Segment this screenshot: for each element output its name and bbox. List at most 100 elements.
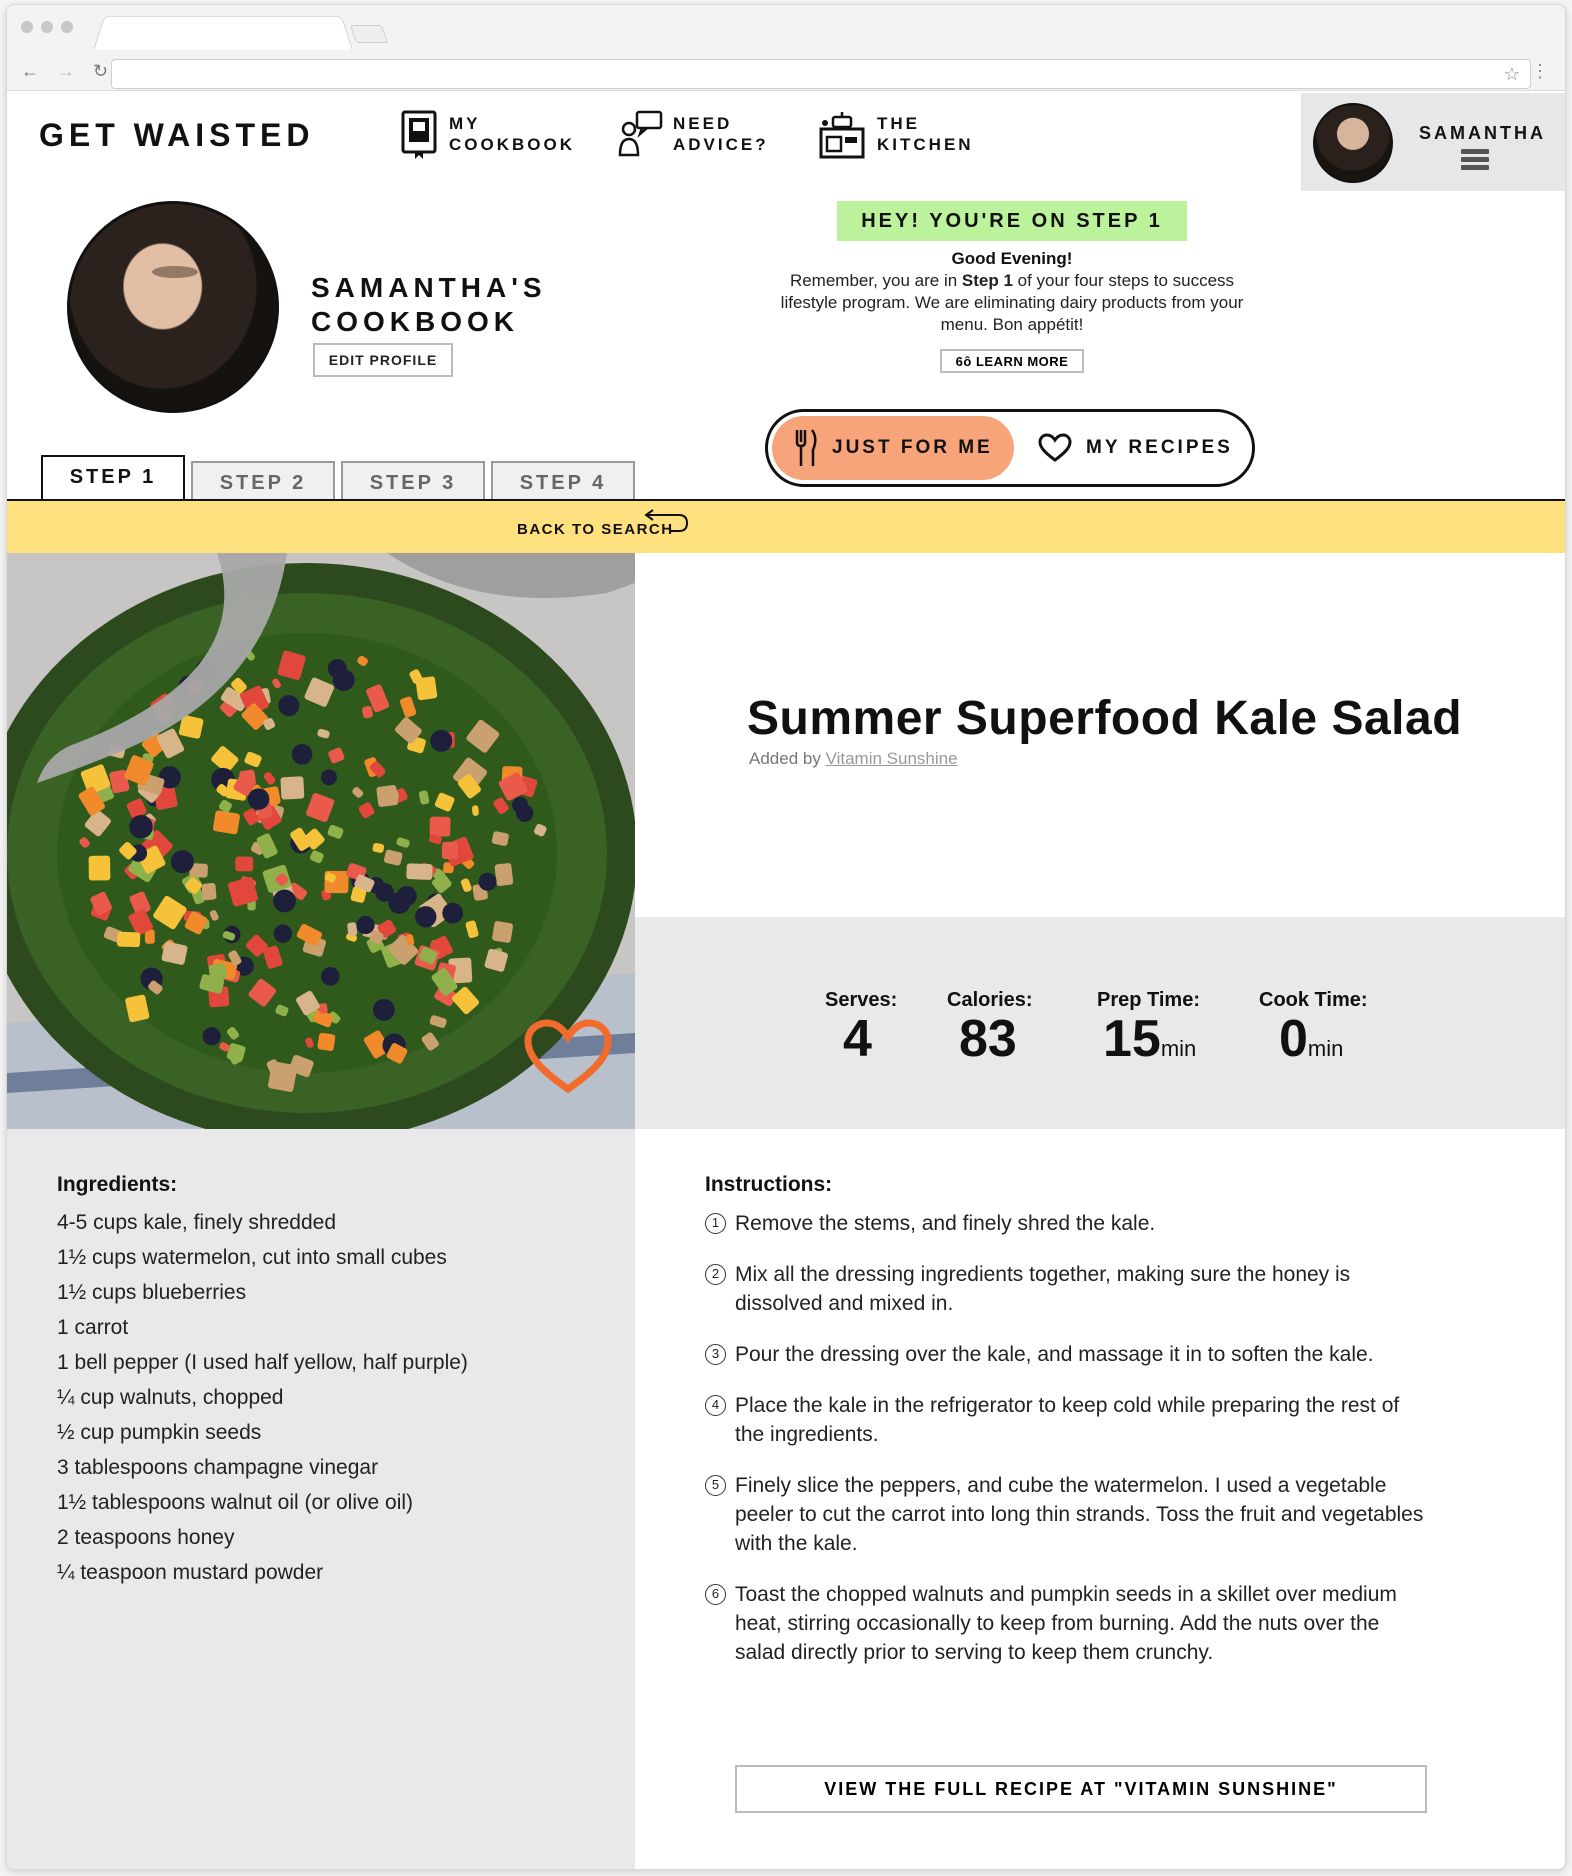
tab-step-4[interactable]: STEP 4 — [491, 461, 635, 501]
glasses-icon: 6ô — [955, 353, 976, 369]
recipe-photo — [7, 553, 635, 1129]
tab-step-1[interactable]: STEP 1 — [41, 455, 185, 501]
instruction-step: 6 Toast the chopped walnuts and pumpkin s… — [705, 1580, 1425, 1667]
browser-menu-icon[interactable]: ⋮ — [1531, 61, 1549, 82]
address-bar[interactable]: ☆ — [111, 59, 1531, 89]
salad-piece — [347, 922, 358, 937]
salad-piece — [317, 1032, 336, 1051]
instruction-step: 1 Remove the stems, and finely shred the … — [705, 1209, 1425, 1238]
window-controls — [21, 21, 73, 33]
instructions-list: 1 Remove the stems, and finely shred the … — [705, 1209, 1425, 1689]
recipe-attribution: Added by Vitamin Sunshine — [749, 749, 958, 768]
user-menu[interactable]: SAMANTHA — [1301, 93, 1565, 191]
my-recipes-label: MY RECIPES — [1086, 437, 1233, 458]
advice-icon — [618, 110, 663, 157]
forward-arrow-icon[interactable]: → — [57, 61, 75, 82]
salad-piece — [212, 810, 240, 835]
edit-profile-button[interactable]: EDIT PROFILE — [313, 343, 453, 377]
salad-piece — [88, 855, 111, 881]
profile-avatar — [67, 201, 279, 413]
back-arrow-icon[interactable]: ← — [21, 61, 39, 82]
salad-piece — [376, 785, 399, 807]
hamburger-menu-icon[interactable] — [1461, 149, 1489, 173]
reload-icon[interactable]: ↻ — [93, 61, 108, 82]
salad-piece — [280, 776, 305, 800]
stat-cook-time: Cook Time: 0min — [1259, 989, 1368, 1068]
step-number: 5 — [705, 1475, 726, 1496]
back-to-search-link[interactable]: BACK TO SEARCH — [517, 509, 689, 538]
recipe-filter-toggle: JUST FOR ME MY RECIPES — [765, 409, 1255, 487]
ingredient-item: 4-5 cups kale, finely shredded — [57, 1211, 336, 1234]
step-number: 4 — [705, 1395, 726, 1416]
salad-piece — [273, 924, 293, 943]
author-link[interactable]: Vitamin Sunshine — [826, 749, 958, 768]
salad-piece — [442, 902, 464, 924]
step-tabs: STEP 1 STEP 2 STEP 3 STEP 4 — [41, 455, 635, 501]
salad-piece — [208, 963, 227, 980]
salad-piece — [515, 804, 534, 822]
favorite-heart-icon[interactable] — [523, 1019, 613, 1100]
ingredient-item: 1 carrot — [57, 1316, 129, 1339]
salad-piece — [478, 872, 497, 891]
tab-step-2[interactable]: STEP 2 — [191, 461, 335, 501]
browser-tab[interactable] — [93, 15, 353, 50]
salad-piece — [273, 889, 296, 913]
salad-piece — [494, 863, 514, 886]
nav-the-kitchen[interactable]: THE KITCHEN — [817, 109, 974, 159]
user-name[interactable]: SAMANTHA — [1419, 123, 1546, 144]
salad-piece — [291, 744, 313, 765]
just-for-me-toggle[interactable]: JUST FOR ME — [772, 416, 1014, 480]
browser-window: ← → ↻ ☆ ⋮ GET WAISTED MY COOKBOOK NEED A… — [6, 4, 1566, 1870]
current-step-banner: HEY! YOU'RE ON STEP 1 — [837, 201, 1187, 241]
step-number: 6 — [705, 1584, 726, 1605]
bookmark-star-icon[interactable]: ☆ — [1504, 64, 1520, 85]
greeting-text: Good Evening! — [951, 249, 1073, 268]
salad-piece — [320, 769, 337, 786]
stat-prep-time: Prep Time: 15min — [1097, 989, 1200, 1068]
site-header: GET WAISTED MY COOKBOOK NEED ADVICE? THE… — [7, 93, 1565, 193]
ingredient-item: ¼ cup walnuts, chopped — [57, 1386, 284, 1409]
salad-piece — [356, 915, 375, 935]
nav-label: NEED ADVICE? — [673, 114, 769, 154]
salad-piece — [247, 788, 270, 810]
instruction-step: 3 Pour the dressing over the kale, and ma… — [705, 1340, 1425, 1369]
recipe-title: Summer Superfood Kale Salad — [747, 692, 1463, 745]
new-tab-button[interactable] — [349, 25, 389, 43]
maximize-window-button[interactable] — [61, 21, 73, 33]
just-for-me-label: JUST FOR ME — [832, 437, 993, 458]
salad-piece — [406, 863, 433, 880]
salad-piece — [327, 658, 347, 679]
salad-piece — [372, 998, 395, 1021]
heart-outline-icon — [1038, 433, 1072, 462]
ingredient-item: 3 tablespoons champagne vinegar — [57, 1456, 379, 1479]
salad-piece — [430, 729, 453, 752]
ingredient-item: ¼ teaspoon mustard powder — [57, 1561, 324, 1584]
ingredients-title: Ingredients: — [57, 1173, 178, 1196]
learn-more-button[interactable]: 6ô LEARN MORE — [940, 349, 1084, 373]
salad-piece — [396, 886, 417, 907]
kitchen-icon — [819, 112, 865, 159]
salad-piece — [429, 816, 451, 837]
view-full-recipe-button[interactable]: VIEW THE FULL RECIPE AT "VITAMIN SUNSHIN… — [735, 1765, 1427, 1813]
salad-piece — [202, 1027, 221, 1046]
site-logo[interactable]: GET WAISTED — [39, 117, 314, 154]
nav-my-cookbook[interactable]: MY COOKBOOK — [399, 109, 575, 159]
stat-serves: Serves: 4 — [825, 989, 898, 1068]
salad-piece — [201, 882, 217, 901]
step-number: 2 — [705, 1264, 726, 1285]
user-avatar[interactable] — [1313, 103, 1393, 183]
salad-piece — [415, 906, 437, 928]
step-number: 3 — [705, 1344, 726, 1365]
salad-piece — [129, 814, 153, 839]
tab-step-3[interactable]: STEP 3 — [341, 461, 485, 501]
my-recipes-toggle[interactable]: MY RECIPES — [1038, 416, 1248, 480]
ingredients-list: 4-5 cups kale, finely shredded 1½ cups w… — [57, 1205, 468, 1590]
minimize-window-button[interactable] — [41, 21, 53, 33]
nav-need-advice[interactable]: NEED ADVICE? — [617, 109, 769, 159]
browser-chrome: ← → ↻ ☆ ⋮ — [7, 5, 1565, 91]
fork-knife-icon — [795, 429, 817, 466]
back-bar: BACK TO SEARCH — [7, 501, 1565, 553]
nav-label: THE KITCHEN — [877, 114, 974, 154]
instructions-title: Instructions: — [705, 1173, 833, 1196]
close-window-button[interactable] — [21, 21, 33, 33]
